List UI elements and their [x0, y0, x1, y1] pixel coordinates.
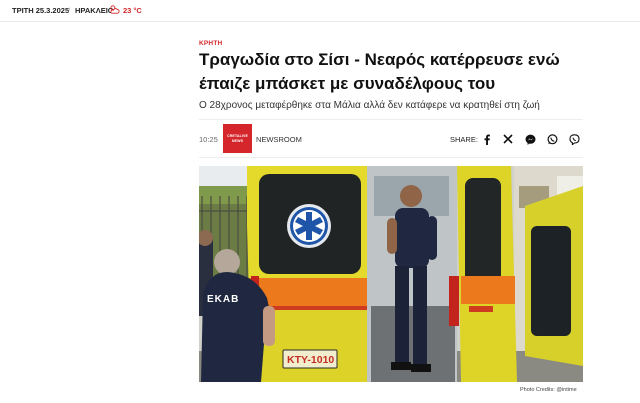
- category-link[interactable]: ΚΡΗΤΗ: [199, 40, 222, 47]
- publish-time: 10:25: [199, 135, 218, 144]
- date-city-separator: /: [68, 6, 71, 15]
- viber-icon[interactable]: [567, 132, 581, 146]
- source-logo[interactable]: CRETALIVE NEWS: [223, 124, 252, 153]
- top-divider: [0, 21, 640, 22]
- headline-line-2: έπαιζε μπάσκετ με συναδέλφους του: [199, 74, 496, 93]
- photo-credit: Photo Credits: @intime: [520, 387, 577, 393]
- article-photo[interactable]: EKAB ΚΤΥ-1010: [199, 166, 583, 382]
- current-date: ΤΡΙΤΗ 25.3.2025: [12, 6, 70, 15]
- article-subtitle: Ο 28χρονος μεταφέρθηκε στα Μάλια αλλά δε…: [199, 100, 540, 111]
- share-label: SHARE:: [450, 135, 478, 144]
- meta-divider-top: [199, 119, 583, 120]
- source-logo-text-2: NEWS: [231, 138, 244, 143]
- messenger-icon[interactable]: [523, 132, 537, 146]
- temperature-value: 23 °C: [123, 6, 142, 15]
- article-headline: Τραγωδία στο Σίσι - Νεαρός κατέρρευσε εν…: [199, 48, 579, 96]
- top-info-bar: ΤΡΙΤΗ 25.3.2025 / ΗΡΑΚΛΕΙΟ 23 °C: [0, 0, 640, 22]
- city-name[interactable]: ΗΡΑΚΛΕΙΟ: [75, 6, 114, 15]
- facebook-icon[interactable]: [480, 132, 494, 146]
- source-name[interactable]: NEWSROOM: [256, 135, 302, 144]
- headline-line-1: Τραγωδία στο Σίσι - Νεαρός κατέρρευσε εν…: [199, 50, 560, 69]
- license-plate-text: ΚΤΥ-1010: [287, 354, 334, 366]
- ambulance-scene-image: EKAB ΚΤΥ-1010: [199, 166, 583, 382]
- cloud-sun-icon: [110, 5, 120, 14]
- ekab-uniform-text: EKAB: [207, 294, 239, 305]
- whatsapp-icon[interactable]: [545, 132, 559, 146]
- x-icon[interactable]: [501, 132, 515, 146]
- meta-divider-bottom: [199, 157, 583, 158]
